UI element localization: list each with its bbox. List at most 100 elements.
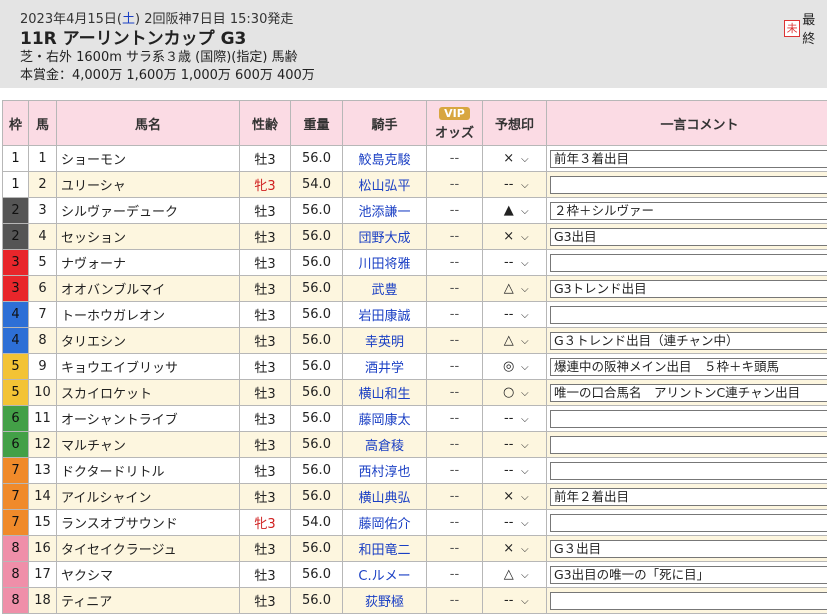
mark-select[interactable]: × ⌵	[482, 223, 547, 250]
weight: 54.0	[290, 509, 343, 536]
mark-select[interactable]: ◎ ⌵	[482, 353, 547, 380]
comment-input[interactable]	[550, 461, 827, 480]
waku-cell: 3	[2, 275, 29, 302]
jockey-link[interactable]: 高倉稜	[342, 431, 427, 458]
mark-select[interactable]: -- ⌵	[482, 171, 547, 198]
mark-select[interactable]: ▲ ⌵	[482, 197, 547, 224]
waku-cell: 8	[2, 587, 29, 614]
col-waku: 枠	[2, 100, 29, 146]
jockey-link[interactable]: 団野大成	[342, 223, 427, 250]
mark-select[interactable]: × ⌵	[482, 535, 547, 562]
mark-symbol: △	[503, 333, 514, 348]
chevron-down-icon: ⌵	[520, 596, 529, 607]
comment-input[interactable]	[550, 175, 827, 194]
comment-input[interactable]: 前年３着出目	[550, 149, 827, 168]
table-row: 8 18 ティニア 牡3 56.0 荻野極 -- -- ⌵	[2, 587, 827, 614]
comment-input[interactable]: G３トレンド出目（連チャン中）	[550, 331, 827, 350]
comment-input[interactable]: G３出目	[550, 539, 827, 558]
mark-select[interactable]: -- ⌵	[482, 509, 547, 536]
comment-input[interactable]: 唯一の口合馬名 アリントンC連チャン出目	[550, 383, 827, 402]
comment-input[interactable]	[550, 435, 827, 454]
comment-input[interactable]: G3出目	[550, 227, 827, 246]
weight: 56.0	[290, 431, 343, 458]
mark-select[interactable]: △ ⌵	[482, 275, 547, 302]
comment-input[interactable]	[550, 513, 827, 532]
jockey-link[interactable]: 幸英明	[342, 327, 427, 354]
jockey-link[interactable]: 藤岡康太	[342, 405, 427, 432]
comment-input[interactable]	[550, 253, 827, 272]
chevron-down-icon: ⌵	[520, 570, 529, 581]
horse-number: 5	[28, 249, 57, 276]
chevron-down-icon: ⌵	[520, 154, 529, 165]
mark-select[interactable]: × ⌵	[482, 483, 547, 510]
comment-input[interactable]	[550, 305, 827, 324]
last-update-link[interactable]: 未 最終	[784, 9, 827, 47]
mark-symbol: --	[504, 255, 514, 270]
table-row: 8 16 タイセイクラージュ 牡3 56.0 和田竜二 -- × ⌵ G３出目	[2, 535, 827, 562]
mark-select[interactable]: -- ⌵	[482, 405, 547, 432]
table-row: 1 2 ユリーシャ 牝3 54.0 松山弘平 -- -- ⌵	[2, 171, 827, 198]
jockey-link[interactable]: 藤岡佑介	[342, 509, 427, 536]
mark-select[interactable]: -- ⌵	[482, 431, 547, 458]
sex-age: 牡3	[239, 327, 291, 354]
comment-cell: 前年２着出目	[546, 483, 827, 510]
weight: 56.0	[290, 483, 343, 510]
jockey-link[interactable]: 川田将雅	[342, 249, 427, 276]
mark-symbol: ▲	[503, 203, 514, 218]
weight: 56.0	[290, 275, 343, 302]
sex-age: 牡3	[239, 197, 291, 224]
horse-number: 7	[28, 301, 57, 328]
mark-select[interactable]: ○ ⌵	[482, 379, 547, 406]
horse-name: オーシャントライブ	[56, 405, 240, 432]
jockey-link[interactable]: 武豊	[342, 275, 427, 302]
comment-cell	[546, 431, 827, 458]
jockey-link[interactable]: 松山弘平	[342, 171, 427, 198]
jockey-link[interactable]: 横山和生	[342, 379, 427, 406]
horse-name: ヤクシマ	[56, 561, 240, 588]
odds: --	[426, 379, 483, 406]
chevron-down-icon: ⌵	[520, 362, 529, 373]
waku-cell: 5	[2, 379, 29, 406]
waku-cell: 7	[2, 457, 29, 484]
horse-name: ユリーシャ	[56, 171, 240, 198]
comment-cell	[546, 587, 827, 614]
comment-cell	[546, 405, 827, 432]
waku-cell: 2	[2, 197, 29, 224]
jockey-link[interactable]: 西村淳也	[342, 457, 427, 484]
waku-cell: 6	[2, 405, 29, 432]
jockey-link[interactable]: 岩田康誠	[342, 301, 427, 328]
horse-name: マルチャン	[56, 431, 240, 458]
chevron-down-icon: ⌵	[520, 232, 529, 243]
jockey-link[interactable]: 酒井学	[342, 353, 427, 380]
mark-select[interactable]: -- ⌵	[482, 249, 547, 276]
comment-input[interactable]: 爆連中の阪神メイン出目 ５枠＋キ頭馬	[550, 357, 827, 376]
mark-select[interactable]: -- ⌵	[482, 301, 547, 328]
jockey-link[interactable]: 鮫島克駿	[342, 145, 427, 172]
jockey-link[interactable]: C.ルメー	[342, 561, 427, 588]
jockey-link[interactable]: 荻野極	[342, 587, 427, 614]
mark-select[interactable]: × ⌵	[482, 145, 547, 172]
col-vip-odds[interactable]: VIP オッズ	[426, 100, 483, 146]
mark-select[interactable]: △ ⌵	[482, 561, 547, 588]
mark-symbol: ○	[503, 385, 515, 400]
comment-input[interactable]: 前年２着出目	[550, 487, 827, 506]
mark-select[interactable]: -- ⌵	[482, 587, 547, 614]
comment-input[interactable]: G3トレンド出目	[550, 279, 827, 298]
comment-input[interactable]	[550, 409, 827, 428]
table-row: 7 13 ドクタードリトル 牡3 56.0 西村淳也 -- -- ⌵	[2, 457, 827, 484]
mark-select[interactable]: △ ⌵	[482, 327, 547, 354]
jockey-link[interactable]: 横山典弘	[342, 483, 427, 510]
comment-input[interactable]: ２枠＋シルヴァー	[550, 201, 827, 220]
comment-cell: 爆連中の阪神メイン出目 ５枠＋キ頭馬	[546, 353, 827, 380]
odds: --	[426, 301, 483, 328]
chevron-down-icon: ⌵	[520, 180, 529, 191]
jockey-link[interactable]: 池添謙一	[342, 197, 427, 224]
mark-symbol: ◎	[503, 359, 515, 374]
col-mark: 予想印	[482, 100, 547, 146]
chevron-down-icon: ⌵	[520, 310, 529, 321]
comment-input[interactable]: G3出目の唯一の「死に目」	[550, 565, 827, 584]
jockey-link[interactable]: 和田竜二	[342, 535, 427, 562]
sex-age: 牡3	[239, 405, 291, 432]
comment-input[interactable]	[550, 591, 827, 610]
mark-select[interactable]: -- ⌵	[482, 457, 547, 484]
